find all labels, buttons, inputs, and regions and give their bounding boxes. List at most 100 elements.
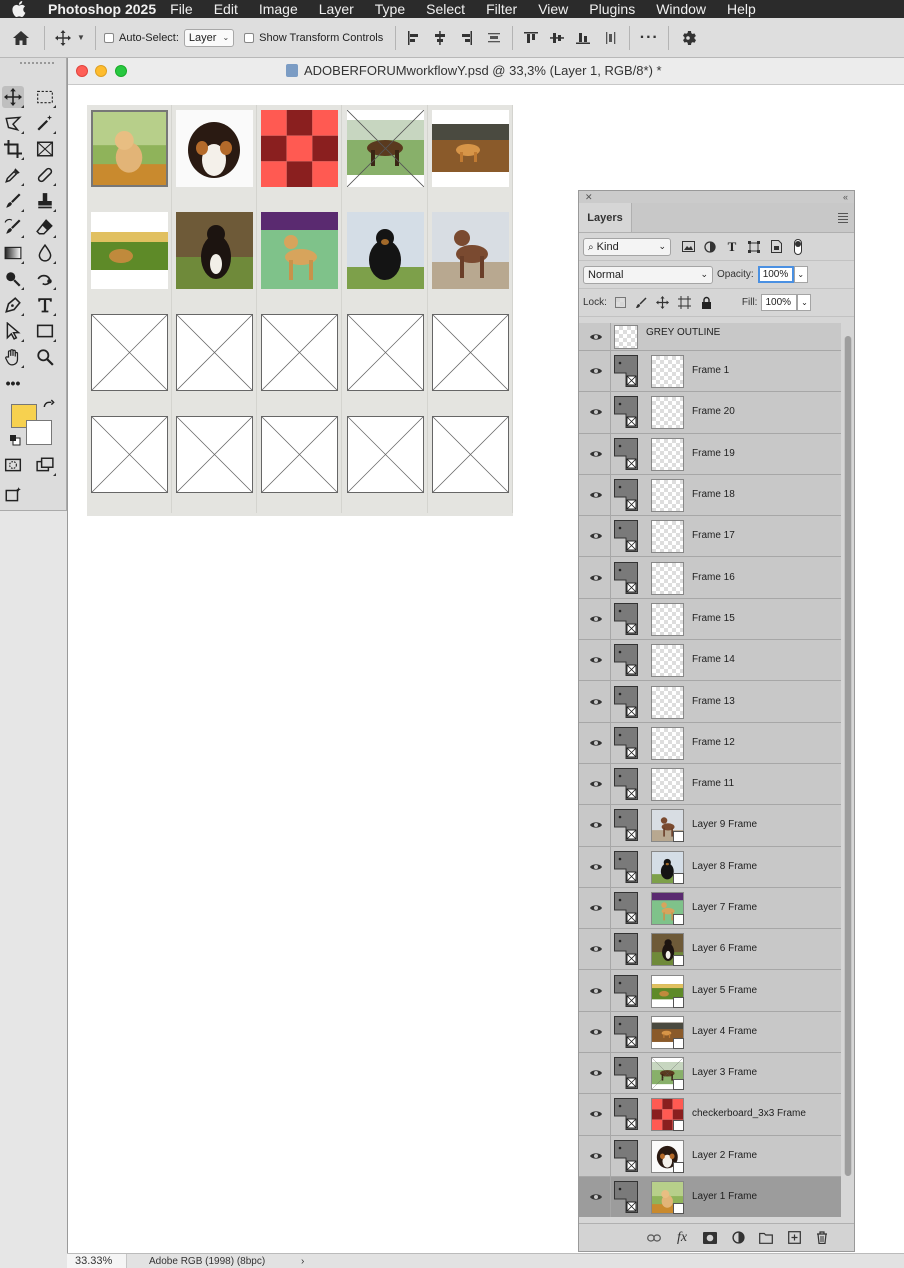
layer-row[interactable]: Frame 17	[579, 516, 841, 558]
layer-thumbnail[interactable]	[651, 892, 684, 925]
layer-row[interactable]: Frame 16	[579, 557, 841, 599]
layer-thumbnail[interactable]	[651, 1139, 684, 1173]
auto-select-checkbox[interactable]	[104, 32, 114, 43]
layer-row[interactable]: Layer 8 Frame	[579, 846, 841, 888]
brush-tool[interactable]	[2, 190, 24, 212]
smudge-tool[interactable]	[34, 268, 56, 290]
tab-layers[interactable]: Layers	[579, 203, 632, 232]
layer-thumbnail[interactable]	[651, 685, 684, 719]
layer-thumbnail[interactable]	[651, 933, 684, 967]
align-top-icon[interactable]	[521, 31, 541, 45]
canvas-frame-cell[interactable]	[428, 309, 513, 411]
layer-row[interactable]: Frame 1	[579, 351, 841, 393]
eye-icon[interactable]	[589, 332, 603, 342]
lock-position-icon[interactable]	[656, 296, 670, 310]
lock-all-icon[interactable]	[700, 296, 714, 310]
layer-name[interactable]: Frame 15	[692, 613, 735, 624]
menu-filter[interactable]: Filter	[486, 1, 517, 17]
layer-thumbnail[interactable]	[651, 479, 684, 513]
panel-menu-icon[interactable]	[838, 213, 848, 225]
path-selection-tool[interactable]	[2, 320, 24, 342]
menu-select[interactable]: Select	[426, 1, 465, 17]
canvas-frame-cell[interactable]	[257, 411, 343, 513]
dodge-tool[interactable]	[2, 268, 24, 290]
opacity-dropdown-button[interactable]: ⌄	[793, 266, 808, 283]
layer-row[interactable]: Layer 3 Frame	[579, 1053, 841, 1095]
eye-icon[interactable]	[589, 490, 603, 500]
layer-thumbnail[interactable]	[651, 1057, 684, 1091]
eye-icon[interactable]	[589, 944, 603, 954]
layer-name[interactable]: Frame 16	[692, 572, 735, 583]
eye-icon[interactable]	[589, 862, 603, 872]
eye-icon[interactable]	[589, 903, 603, 913]
delete-layer-icon[interactable]	[814, 1230, 830, 1246]
layer-name[interactable]: Layer 5 Frame	[692, 985, 757, 996]
layer-thumbnail[interactable]	[651, 974, 684, 1008]
canvas-frame-cell[interactable]	[172, 309, 258, 411]
eye-icon[interactable]	[589, 986, 603, 996]
chevron-down-icon[interactable]: ▼	[75, 33, 87, 42]
layer-row[interactable]: Frame 15	[579, 598, 841, 641]
canvas-frame-cell[interactable]	[257, 105, 343, 207]
move-tool-icon[interactable]	[53, 28, 73, 48]
layer-name[interactable]: Frame 20	[692, 406, 735, 417]
move-tool[interactable]	[2, 86, 24, 108]
more-options-icon[interactable]: ···	[638, 29, 660, 47]
layer-name[interactable]: Layer 7 Frame	[692, 902, 757, 913]
layer-thumbnail[interactable]	[614, 324, 638, 349]
eye-icon[interactable]	[589, 449, 603, 459]
menu-type[interactable]: Type	[375, 1, 405, 17]
menu-image[interactable]: Image	[259, 1, 298, 17]
layer-name[interactable]: Frame 14	[692, 654, 735, 665]
layer-row[interactable]: Frame 19	[579, 433, 841, 475]
eraser-tool[interactable]	[34, 216, 56, 238]
layer-name[interactable]: Frame 17	[692, 530, 735, 541]
layer-name[interactable]: Layer 2 Frame	[692, 1150, 757, 1161]
layer-row[interactable]: Layer 6 Frame	[579, 929, 841, 971]
healing-brush-tool[interactable]	[34, 164, 56, 186]
eye-icon[interactable]	[589, 1109, 603, 1119]
layer-row[interactable]: checkerboard_3x3 Frame	[579, 1094, 841, 1136]
magic-wand-tool[interactable]	[34, 112, 56, 134]
history-brush-tool[interactable]	[2, 216, 24, 238]
align-right-icon[interactable]	[456, 30, 476, 45]
layer-thumbnail[interactable]	[651, 768, 684, 802]
frame-tool[interactable]	[34, 138, 56, 160]
layer-thumbnail[interactable]	[651, 809, 684, 843]
eye-icon[interactable]	[589, 1027, 603, 1037]
zoom-tool[interactable]	[34, 346, 56, 368]
layer-row[interactable]: Frame 20	[579, 392, 841, 434]
lock-artboard-icon[interactable]	[678, 296, 692, 310]
align-center-icon[interactable]	[430, 30, 450, 45]
canvas-frame-cell[interactable]	[343, 309, 428, 411]
align-bottom-icon[interactable]	[573, 31, 593, 45]
layer-row[interactable]: Frame 11	[579, 763, 841, 806]
canvas-frame-cell[interactable]	[257, 309, 343, 411]
layer-name[interactable]: Layer 3 Frame	[692, 1067, 757, 1078]
close-panel-icon[interactable]: ✕	[585, 192, 593, 203]
align-middle-icon[interactable]	[547, 31, 567, 45]
menu-edit[interactable]: Edit	[214, 1, 238, 17]
eye-icon[interactable]	[589, 655, 603, 665]
eye-icon[interactable]	[589, 1068, 603, 1078]
pen-tool[interactable]	[2, 294, 24, 316]
layer-row[interactable]: GREY OUTLINE	[579, 323, 841, 351]
filter-shape-icon[interactable]	[747, 240, 761, 254]
show-transform-checkbox[interactable]	[244, 32, 255, 43]
filter-adjustment-icon[interactable]	[703, 240, 717, 254]
rectangle-tool[interactable]	[34, 320, 56, 342]
layer-name[interactable]: Layer 8 Frame	[692, 861, 757, 872]
lasso-tool[interactable]	[2, 112, 24, 134]
layer-name[interactable]: checkerboard_3x3 Frame	[692, 1108, 806, 1119]
layer-name[interactable]: Frame 11	[692, 778, 734, 789]
generative-fill-button[interactable]	[2, 484, 24, 506]
screen-mode-button[interactable]	[34, 454, 56, 476]
canvas-frame-cell[interactable]	[343, 411, 428, 513]
layer-thumbnail[interactable]	[651, 520, 684, 554]
layer-row[interactable]: Layer 7 Frame	[579, 887, 841, 930]
align-left-icon[interactable]	[404, 30, 424, 45]
layer-row[interactable]: Layer 5 Frame	[579, 970, 841, 1012]
canvas-frame-cell[interactable]	[87, 207, 172, 309]
layer-name[interactable]: Frame 19	[692, 448, 735, 459]
opacity-input[interactable]: 100%	[757, 266, 794, 283]
